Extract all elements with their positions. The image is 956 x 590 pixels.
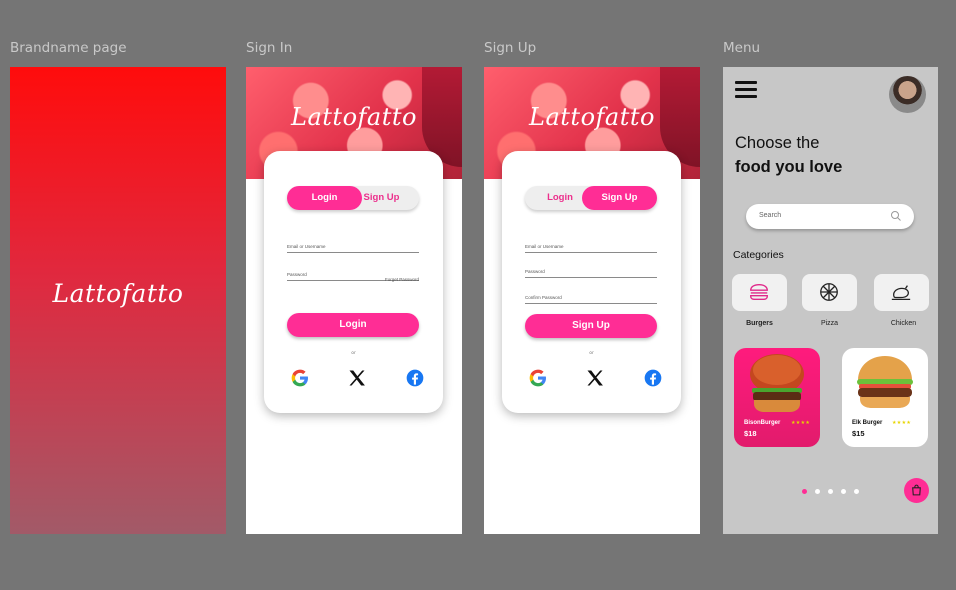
email-field[interactable]: Email or Username: [287, 233, 419, 253]
category-chicken[interactable]: [874, 274, 929, 311]
login-button[interactable]: Login: [287, 313, 419, 337]
google-icon[interactable]: [290, 368, 310, 388]
signup-screen: Lattofatto Login Sign Up Email or Userna…: [484, 67, 700, 534]
shopping-bag-icon: [912, 484, 921, 496]
pizza-icon: [820, 283, 838, 301]
search-input[interactable]: Search: [746, 204, 914, 229]
category-label-chicken: Chicken: [890, 320, 917, 327]
facebook-icon[interactable]: [405, 368, 425, 388]
confirm-placeholder: Confirm Password: [525, 295, 562, 300]
menu-screen: Choose the food you love Search Categori…: [723, 67, 938, 534]
hamburger-menu-icon[interactable]: [735, 81, 757, 99]
tab-signup[interactable]: Sign Up: [582, 186, 657, 210]
avatar[interactable]: [889, 76, 926, 113]
cart-button[interactable]: [904, 478, 929, 503]
pagination-dot[interactable]: [815, 489, 820, 494]
food-name: Elk Burger: [852, 420, 883, 426]
frame-label-menu: Menu: [723, 40, 761, 56]
chicken-icon: [891, 285, 911, 300]
food-name: BisonBurger: [744, 420, 781, 426]
category-burgers[interactable]: [732, 274, 787, 311]
headline-line2: food you love: [735, 158, 843, 176]
signup-logo: Lattofatto: [529, 103, 655, 131]
tab-signup[interactable]: Sign Up: [344, 186, 419, 210]
categories-title: Categories: [733, 249, 784, 261]
food-price: $18: [744, 429, 757, 438]
frame-label-signup: Sign Up: [484, 40, 537, 56]
search-icon: [891, 211, 901, 221]
password-placeholder: Password: [525, 269, 545, 274]
password-placeholder: Password: [287, 272, 307, 277]
email-placeholder: Email or Username: [287, 244, 326, 249]
x-icon[interactable]: [585, 368, 605, 388]
burger-icon: [750, 283, 768, 301]
food-price: $15: [852, 429, 865, 438]
or-divider: or: [351, 351, 356, 356]
pagination-dot[interactable]: [854, 489, 859, 494]
food-card-bisonburger[interactable]: BisonBurger ★★★★ $18: [734, 348, 820, 447]
category-pizza[interactable]: [802, 274, 857, 311]
email-placeholder: Email or Username: [525, 244, 564, 249]
signin-logo: Lattofatto: [291, 103, 417, 131]
frame-label-brand: Brandname page: [10, 40, 127, 56]
headline-line1: Choose the: [735, 134, 820, 152]
confirm-password-field[interactable]: Confirm Password: [525, 284, 657, 304]
pagination-dot[interactable]: [802, 489, 807, 494]
rating-stars: ★★★★: [892, 420, 912, 426]
signup-button[interactable]: Sign Up: [525, 314, 657, 338]
burger-image: [857, 356, 913, 408]
google-icon[interactable]: [528, 368, 548, 388]
x-icon[interactable]: [347, 368, 367, 388]
category-label-pizza: Pizza: [820, 320, 839, 327]
or-divider: or: [589, 351, 594, 356]
brand-screen: Lattofatto: [10, 67, 226, 534]
search-placeholder: Search: [759, 212, 782, 219]
pagination-dot[interactable]: [841, 489, 846, 494]
burger-image: [750, 354, 804, 412]
signup-card: Login Sign Up Email or Username Password…: [502, 151, 681, 413]
email-field[interactable]: Email or Username: [525, 233, 657, 253]
category-label-burgers: Burgers: [746, 320, 773, 327]
facebook-icon[interactable]: [643, 368, 663, 388]
brand-logo: Lattofatto: [52, 279, 184, 308]
food-card-elkburger[interactable]: Elk Burger ★★★★ $15: [842, 348, 928, 447]
password-field[interactable]: Password: [525, 258, 657, 278]
pagination-dot[interactable]: [828, 489, 833, 494]
auth-toggle: Login Sign Up: [287, 186, 419, 210]
signin-card: Login Sign Up Email or Username Password…: [264, 151, 443, 413]
signin-screen: Lattofatto Login Sign Up Email or Userna…: [246, 67, 462, 534]
auth-toggle: Login Sign Up: [525, 186, 657, 210]
frame-label-signin: Sign In: [246, 40, 293, 56]
forgot-password-link[interactable]: Forget Password: [385, 277, 419, 282]
rating-stars: ★★★★: [791, 420, 811, 426]
